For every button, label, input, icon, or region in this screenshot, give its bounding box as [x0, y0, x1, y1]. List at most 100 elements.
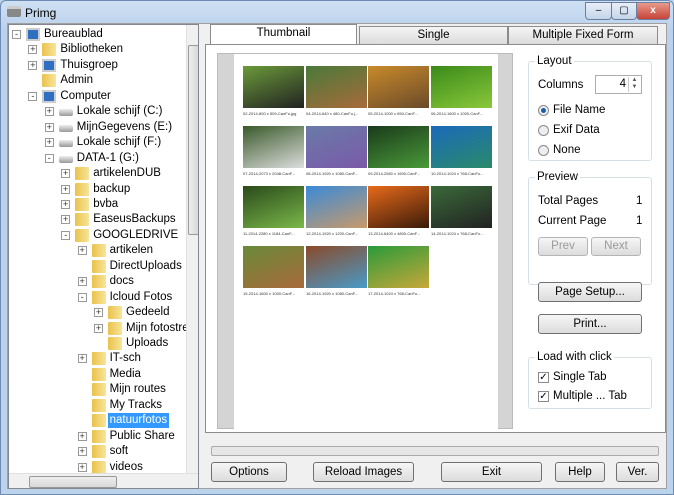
- tree-item[interactable]: + IT-sch: [9, 351, 186, 366]
- expand-icon[interactable]: +: [77, 354, 87, 364]
- spin-arrows-icon[interactable]: ▲ ▼: [628, 77, 640, 92]
- tree-item[interactable]: - GOOGLEDRIVE: [9, 228, 186, 243]
- tree-item[interactable]: + artikelen: [9, 243, 186, 258]
- tree-item[interactable]: + Lokale schijf (C:): [9, 104, 186, 119]
- collapse-icon[interactable]: -: [77, 292, 87, 302]
- tree-item[interactable]: + bvba: [9, 197, 186, 212]
- next-button[interactable]: Next: [591, 237, 641, 256]
- tree-item-label[interactable]: GOOGLEDRIVE: [91, 228, 180, 243]
- tree-item-label[interactable]: artikelenDUB: [91, 166, 163, 181]
- tree-item-label[interactable]: Admin: [58, 73, 95, 88]
- expand-icon[interactable]: +: [61, 215, 71, 225]
- tree-item-label[interactable]: soft: [108, 444, 131, 459]
- tree-item-label[interactable]: Uploads: [124, 336, 170, 351]
- tab-single[interactable]: Single: [359, 26, 508, 44]
- radio-label[interactable]: File Name: [553, 104, 605, 116]
- tree-item[interactable]: + Bibliotheken: [9, 42, 186, 57]
- thumbnail-image[interactable]: [306, 186, 367, 228]
- thumbnail-image[interactable]: [368, 66, 429, 108]
- radio-label[interactable]: None: [553, 144, 581, 156]
- thumbnail-image[interactable]: [306, 246, 367, 288]
- reload-images-button[interactable]: Reload Images: [313, 462, 414, 482]
- expand-icon[interactable]: +: [61, 169, 71, 179]
- tree-item-label[interactable]: IT-sch: [108, 351, 143, 366]
- thumbnail-image[interactable]: [306, 66, 367, 108]
- tree-item-label[interactable]: Icloud Fotos: [108, 290, 175, 305]
- tree-item-label[interactable]: docs: [108, 274, 136, 289]
- thumbnail-image[interactable]: [306, 126, 367, 168]
- radio-file-name[interactable]: [538, 105, 549, 116]
- page-setup-button[interactable]: Page Setup...: [538, 282, 642, 302]
- expand-icon[interactable]: +: [77, 246, 87, 256]
- tree-item-label[interactable]: Mijn routes: [108, 382, 168, 397]
- thumbnail-image[interactable]: [431, 186, 492, 228]
- thumbnail-image[interactable]: [431, 66, 492, 108]
- maximize-button[interactable]: ▢: [611, 2, 637, 20]
- folder-tree[interactable]: - Bureaublad + Bibliotheken + Thuisgroep Admin…: [8, 24, 199, 489]
- expand-icon[interactable]: +: [28, 45, 38, 55]
- prev-button[interactable]: Prev: [538, 237, 588, 256]
- collapse-icon[interactable]: -: [28, 91, 38, 101]
- tree-item-label[interactable]: natuurfotos: [107, 413, 170, 429]
- scroll-thumb[interactable]: [29, 476, 117, 488]
- tree-item[interactable]: - Bureaublad: [9, 27, 186, 42]
- tree-item-label[interactable]: Gedeeld: [124, 305, 171, 320]
- multiple-tab-checkbox[interactable]: ✓: [538, 391, 549, 402]
- thumbnail-image[interactable]: [243, 126, 304, 168]
- tree-item[interactable]: + artikelenDUB: [9, 166, 186, 181]
- tree-item[interactable]: Uploads: [9, 336, 186, 351]
- expand-icon[interactable]: +: [61, 184, 71, 194]
- help-button[interactable]: Help: [555, 462, 605, 482]
- radio-label[interactable]: Exif Data: [553, 124, 600, 136]
- expand-icon[interactable]: +: [77, 277, 87, 287]
- expand-icon[interactable]: +: [61, 199, 71, 209]
- tree-item[interactable]: + docs: [9, 274, 186, 289]
- expand-icon[interactable]: +: [44, 138, 54, 148]
- thumbnail-image[interactable]: [243, 246, 304, 288]
- thumbnail-image[interactable]: [243, 66, 304, 108]
- tree-item[interactable]: - Icloud Fotos: [9, 290, 186, 305]
- tree-item[interactable]: + Gedeeld: [9, 305, 186, 320]
- collapse-icon[interactable]: -: [44, 153, 54, 163]
- tree-item[interactable]: + soft: [9, 444, 186, 459]
- tree-item-label[interactable]: Media: [108, 367, 143, 382]
- tree-item-label[interactable]: artikelen: [108, 243, 155, 258]
- columns-stepper[interactable]: 4 ▲ ▼: [595, 75, 642, 94]
- tree-item[interactable]: - Computer: [9, 89, 186, 104]
- tree-item-label[interactable]: EaseusBackups: [91, 212, 177, 227]
- exit-button[interactable]: Exit: [441, 462, 542, 482]
- tree-item-label[interactable]: DATA-1 (G:): [75, 151, 141, 166]
- radio-exif-data[interactable]: [538, 125, 549, 136]
- tree-item-label[interactable]: Bibliotheken: [58, 42, 125, 57]
- expand-icon[interactable]: +: [44, 107, 54, 117]
- tree-item-label[interactable]: MijnGegevens (E:): [75, 120, 174, 135]
- expand-icon[interactable]: +: [94, 308, 103, 318]
- tree-item-label[interactable]: bvba: [91, 197, 120, 212]
- tree-horizontal-scrollbar[interactable]: [9, 473, 198, 488]
- tree-item-label[interactable]: Mijn fotostre: [124, 321, 191, 336]
- tree-item[interactable]: natuurfotos: [9, 413, 186, 429]
- tree-item-label[interactable]: Lokale schijf (F:): [75, 135, 163, 150]
- tree-item[interactable]: My Tracks: [9, 398, 186, 413]
- thumbnail-image[interactable]: [243, 186, 304, 228]
- tree-item-label[interactable]: Thuisgroep: [58, 58, 120, 73]
- thumbnail-image[interactable]: [431, 126, 492, 168]
- options-button[interactable]: Options: [211, 462, 287, 482]
- expand-icon[interactable]: +: [94, 323, 103, 333]
- thumbnail-image[interactable]: [368, 126, 429, 168]
- tree-item[interactable]: DirectUploads: [9, 259, 186, 274]
- thumbnail-image[interactable]: [368, 246, 429, 288]
- collapse-icon[interactable]: -: [61, 230, 71, 240]
- single-tab-checkbox[interactable]: ✓: [538, 372, 549, 383]
- columns-value[interactable]: 4: [620, 78, 626, 90]
- tree-item[interactable]: + EaseusBackups: [9, 212, 186, 227]
- single-tab-label[interactable]: Single Tab: [553, 371, 607, 383]
- tree-item[interactable]: + Thuisgroep: [9, 58, 186, 73]
- tree-item-label[interactable]: Lokale schijf (C:): [75, 104, 165, 119]
- scroll-thumb[interactable]: [188, 45, 198, 235]
- tree-item-label[interactable]: My Tracks: [108, 398, 164, 413]
- collapse-icon[interactable]: -: [12, 30, 21, 39]
- tree-item[interactable]: Admin: [9, 73, 186, 88]
- tree-item[interactable]: + Lokale schijf (F:): [9, 135, 186, 150]
- tree-item-label[interactable]: backup: [91, 182, 132, 197]
